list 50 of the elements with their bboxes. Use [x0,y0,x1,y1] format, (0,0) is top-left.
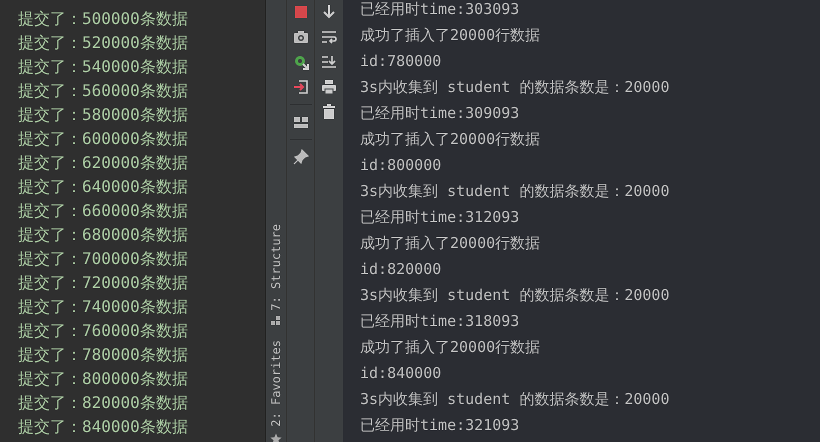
down-arrow-icon[interactable] [321,4,337,20]
console-line: 已经用时time:318093 [360,312,520,332]
log-line: 提交了：780000条数据 [18,345,188,366]
console-line: 已经用时time:312093 [360,208,520,228]
log-line: 提交了：660000条数据 [18,201,188,222]
console-line: 3s内收集到 student 的数据条数是：20000 [360,78,670,98]
camera-icon[interactable] [292,29,308,45]
stop-icon[interactable] [292,4,308,20]
console-line: id:840000 [360,364,442,384]
console-line: id:820000 [360,260,442,280]
log-line: 提交了：640000条数据 [18,177,188,198]
gear-arrow-icon[interactable] [292,54,308,70]
star-icon [270,433,282,442]
scroll-to-end-icon[interactable] [321,54,337,70]
trash-icon[interactable] [321,104,337,120]
console-line: 已经用时time:321093 [360,416,520,436]
log-line: 提交了：680000条数据 [18,225,188,246]
structure-icon [271,316,281,326]
console-line: 成功了插入了20000行数据 [360,234,540,254]
console-line: 成功了插入了20000行数据 [360,338,540,358]
log-line: 提交了：760000条数据 [18,321,188,342]
log-line: 提交了：700000条数据 [18,249,188,270]
console-line: 成功了插入了20000行数据 [360,26,540,46]
log-line: 提交了：560000条数据 [18,81,188,102]
log-line: 提交了：840000条数据 [18,417,188,438]
print-icon[interactable] [321,79,337,95]
console-line: id:780000 [360,52,442,72]
console-line: 3s内收集到 student 的数据条数是：20000 [360,390,670,410]
console-line: 3s内收集到 student 的数据条数是：20000 [360,182,670,202]
log-line: 提交了：740000条数据 [18,297,188,318]
soft-wrap-icon[interactable] [321,29,337,45]
tool-window-tab[interactable]: 2: Favorites [269,340,283,427]
layout-icon[interactable] [292,114,308,130]
exit-icon[interactable] [292,79,308,95]
log-line: 提交了：580000条数据 [18,105,188,126]
log-line: 提交了：540000条数据 [18,57,188,78]
console-line: 成功了插入了20000行数据 [360,130,540,150]
console-line: id:800000 [360,156,442,176]
pin-icon[interactable] [292,149,308,165]
log-line: 提交了：820000条数据 [18,393,188,414]
console-line: 3s内收集到 student 的数据条数是：20000 [360,286,670,306]
log-line: 提交了：600000条数据 [18,129,188,150]
console-line: 已经用时time:303093 [360,0,520,20]
log-line: 提交了：500000条数据 [18,9,188,30]
tool-window-tab[interactable]: 7: Structure [269,224,283,310]
log-line: 提交了：620000条数据 [18,153,188,174]
log-line: 提交了：520000条数据 [18,33,188,54]
log-line: 提交了：720000条数据 [18,273,188,294]
console-line: 已经用时time:309093 [360,104,520,124]
log-line: 提交了：800000条数据 [18,369,188,390]
